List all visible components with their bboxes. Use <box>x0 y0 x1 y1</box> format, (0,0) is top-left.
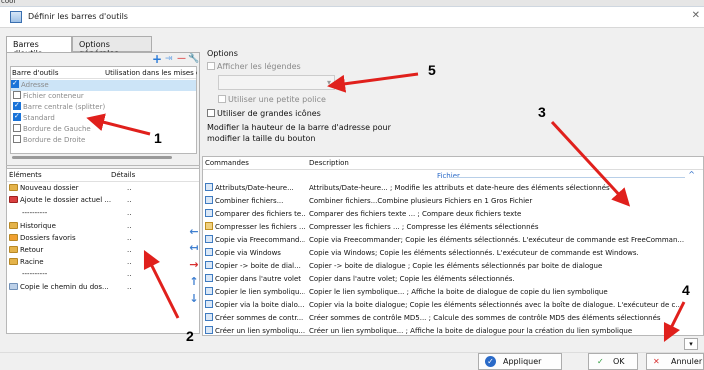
annotation-label-1: 1 <box>154 130 162 146</box>
annotation-arrow-5 <box>327 72 419 93</box>
annotation-label-3: 3 <box>538 104 546 120</box>
annotation-arrows <box>86 72 686 343</box>
annotation-arrow-4 <box>663 301 686 343</box>
annotation-arrow-3 <box>550 120 631 207</box>
annotation-label-2: 2 <box>186 328 194 344</box>
annotation-label-4: 4 <box>682 282 690 298</box>
annotation-label-5: 5 <box>428 62 436 78</box>
annotation-arrow-2 <box>143 249 180 319</box>
annotation-arrow-1 <box>86 113 151 136</box>
